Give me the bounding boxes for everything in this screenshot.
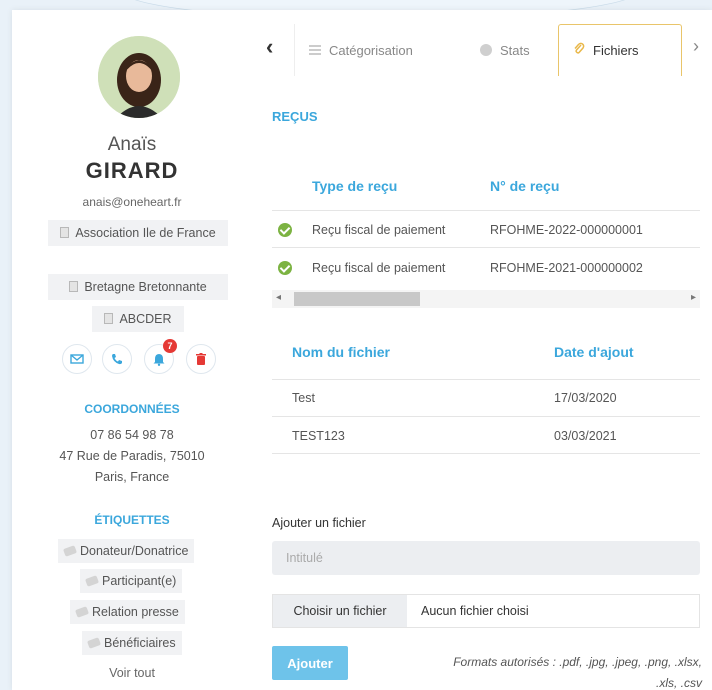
- file-date: 03/03/2021: [554, 429, 617, 443]
- check-icon: [278, 261, 292, 275]
- organization-chip[interactable]: ABCDER: [92, 306, 184, 332]
- contact-card: Anaïs GIRARD anais@oneheart.fr Associati…: [12, 10, 712, 690]
- notifications-button[interactable]: 7: [144, 339, 177, 374]
- last-name: GIRARD: [85, 158, 179, 183]
- avatar: [98, 36, 180, 118]
- organization-chip[interactable]: Bretagne Bretonnante: [48, 274, 228, 300]
- receipt-number: RFOHME-2022-000000001: [490, 223, 643, 237]
- choose-file-button[interactable]: Choisir un fichier: [273, 595, 407, 627]
- tab-label: Catégorisation: [329, 42, 413, 58]
- building-icon: [69, 281, 79, 292]
- scrollbar-thumb[interactable]: [294, 292, 420, 306]
- coordinates-heading: COORDONNÉES: [84, 402, 180, 416]
- file-date: 17/03/2020: [554, 391, 617, 405]
- tab-label: Stats: [500, 42, 530, 58]
- scroll-left-arrow[interactable]: ◂: [276, 292, 281, 303]
- add-file-button[interactable]: Ajouter: [272, 646, 348, 680]
- avatar-image: [98, 36, 180, 118]
- file-title-input[interactable]: [272, 541, 700, 575]
- date-added-column-header: Date d'ajout: [554, 344, 634, 360]
- tabs-prev-arrow[interactable]: ‹: [266, 34, 273, 60]
- receipt-type: Reçu fiscal de paiement: [312, 223, 446, 237]
- tag-label: Bénéficiaires: [104, 636, 176, 650]
- address-line-2: Paris, France: [94, 470, 170, 484]
- profile-panel: Anaïs GIRARD anais@oneheart.fr Associati…: [12, 10, 252, 690]
- add-file-label: Ajouter un fichier: [272, 516, 366, 530]
- see-all-tags-link[interactable]: Voir tout: [12, 666, 252, 680]
- allowed-formats-note: Formats autorisés : .pdf, .jpg, .jpeg, .…: [372, 652, 702, 690]
- tag-chip[interactable]: Participant(e): [80, 569, 183, 593]
- receipt-number: RFOHME-2021-000000002: [490, 261, 643, 275]
- organization-label: ABCDER: [119, 312, 172, 326]
- email-button[interactable]: [62, 344, 92, 374]
- tag-label: Donateur/Donatrice: [80, 544, 189, 558]
- tag-label: Participant(e): [102, 574, 177, 588]
- call-button[interactable]: [102, 344, 132, 374]
- notification-count-badge: 7: [163, 339, 177, 353]
- allowed-formats-line-1: Formats autorisés : .pdf, .jpg, .jpeg, .…: [453, 655, 702, 669]
- phone-number[interactable]: 07 86 54 98 78: [12, 428, 252, 442]
- tag-chip[interactable]: Bénéficiaires: [82, 631, 182, 655]
- file-picker[interactable]: Choisir un fichier Aucun fichier choisi: [272, 594, 700, 628]
- table-divider: [272, 416, 700, 417]
- receipt-type: Reçu fiscal de paiement: [312, 261, 446, 275]
- table-divider: [272, 379, 700, 380]
- address-line-1: 47 Rue de Paradis, 75010: [59, 449, 205, 463]
- envelope-icon: [70, 354, 84, 364]
- receipt-type-column-header: Type de reçu: [312, 178, 398, 194]
- bell-icon: [153, 354, 165, 366]
- tag-icon: [62, 545, 78, 557]
- tab-bar: ‹ Catégorisation Stats Fichiers ›: [266, 24, 712, 76]
- organization-chip[interactable]: Association Ile de France: [48, 220, 228, 246]
- tag-label: Relation presse: [92, 605, 179, 619]
- organization-label: Association Ile de France: [75, 226, 216, 240]
- table-divider: [272, 210, 700, 211]
- file-name: TEST123: [292, 429, 345, 443]
- tab-label: Fichiers: [593, 43, 639, 58]
- delete-button[interactable]: [186, 344, 216, 374]
- trash-icon: [196, 353, 206, 365]
- tag-icon: [74, 606, 90, 618]
- tags-heading: ÉTIQUETTES: [94, 513, 170, 527]
- receipts-heading: REÇUS: [272, 109, 318, 124]
- contact-actions: 7: [62, 339, 222, 378]
- building-icon: [60, 227, 70, 238]
- file-name-column-header: Nom du fichier: [292, 344, 391, 360]
- tag-chip[interactable]: Donateur/Donatrice: [58, 539, 195, 563]
- organization-label: Bretagne Bretonnante: [84, 280, 207, 294]
- receipt-number-column-header: N° de reçu: [490, 178, 560, 194]
- building-icon: [104, 313, 114, 324]
- email-address[interactable]: anais@oneheart.fr: [12, 195, 252, 209]
- tag-icon: [86, 637, 102, 649]
- first-name: Anaïs: [107, 134, 157, 155]
- tab-fichiers[interactable]: Fichiers: [558, 24, 682, 76]
- list-icon: [309, 45, 321, 55]
- stats-icon: [480, 44, 492, 56]
- tab-categorisation[interactable]: Catégorisation: [294, 24, 454, 76]
- table-divider: [272, 453, 700, 454]
- phone-icon: [112, 354, 122, 365]
- file-name: Test: [292, 391, 315, 405]
- tag-chip[interactable]: Relation presse: [70, 600, 185, 624]
- check-icon: [278, 223, 292, 237]
- tag-icon: [84, 575, 100, 587]
- tab-stats[interactable]: Stats: [466, 24, 556, 76]
- paperclip-icon: [573, 42, 585, 59]
- scroll-right-arrow[interactable]: ▸: [691, 292, 696, 303]
- table-divider: [272, 247, 700, 248]
- allowed-formats-line-2: .xls, .csv: [655, 676, 702, 690]
- horizontal-scrollbar[interactable]: ◂ ▸: [272, 290, 700, 308]
- no-file-chosen-text: Aucun fichier choisi: [421, 604, 529, 618]
- tabs-next-arrow[interactable]: ›: [693, 36, 699, 57]
